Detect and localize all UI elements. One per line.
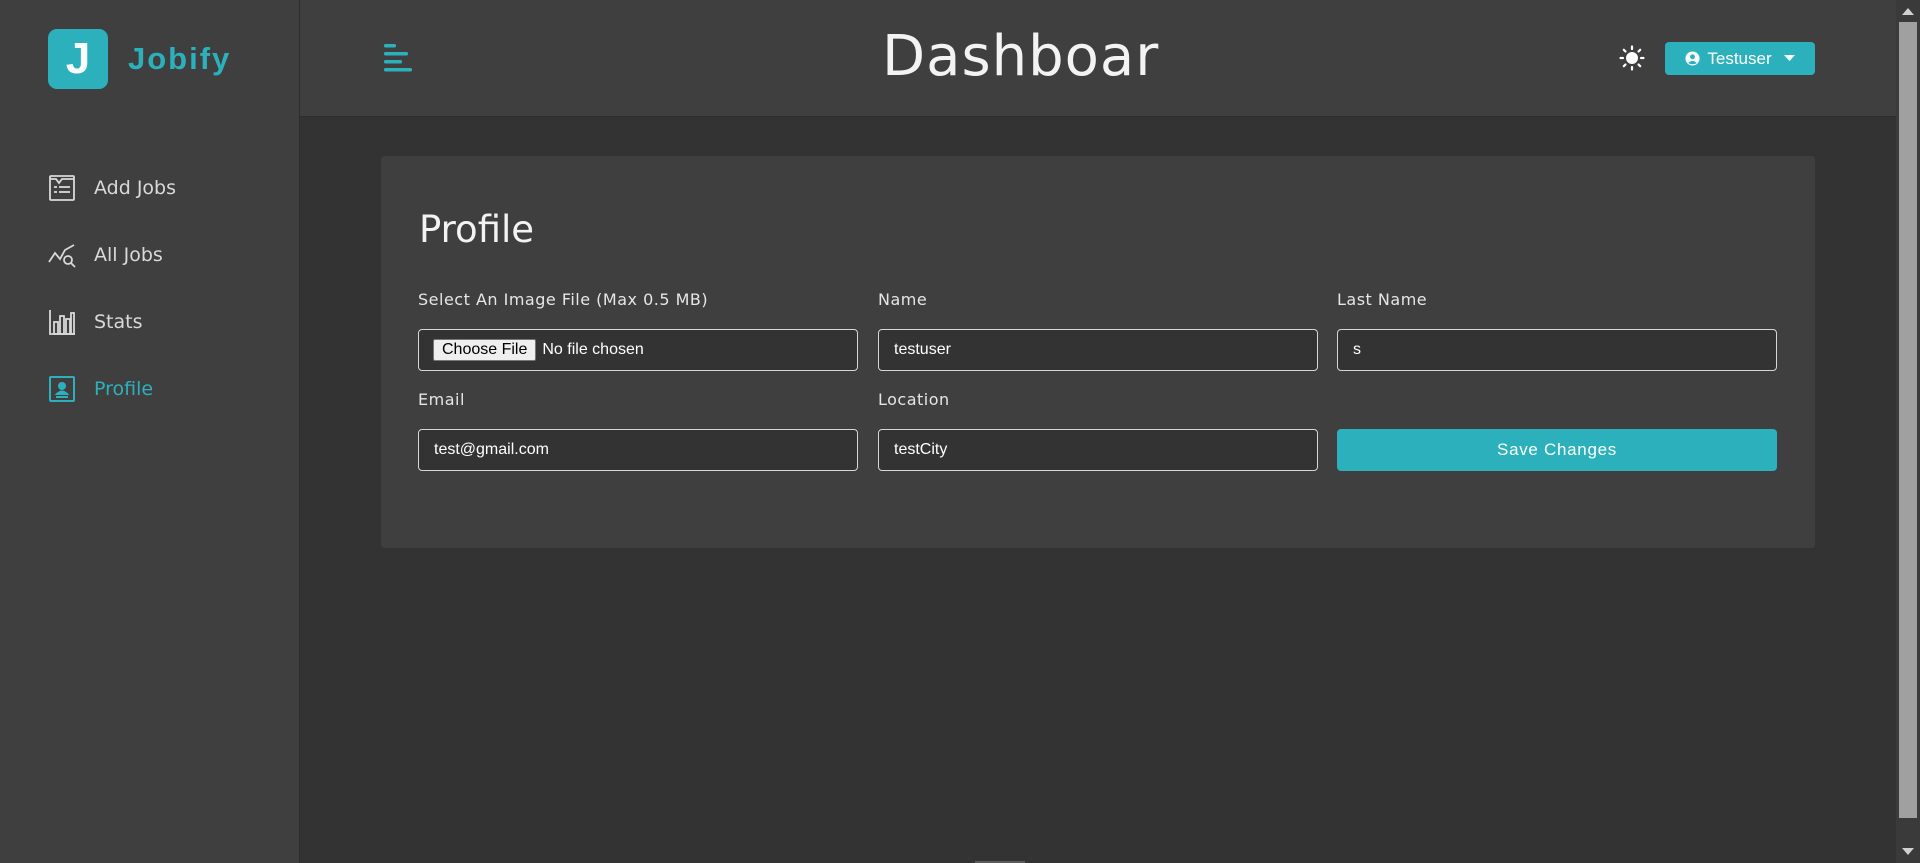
sidebar-item-add-jobs[interactable]: Add Jobs [48,168,176,208]
app-root: J Jobify Add Jobs All Jobs Stats Profile… [0,0,1920,863]
caret-down-icon [1783,55,1795,62]
logo[interactable]: J Jobify [48,29,231,89]
logo-text: Jobify [128,41,232,76]
save-changes-button[interactable]: Save Changes [1337,429,1777,471]
email-field[interactable]: test@gmail.com [418,429,858,471]
sidebar-nav: Add Jobs All Jobs Stats Profile [48,168,176,436]
email-label: Email [418,390,465,409]
scroll-down-arrow-icon[interactable] [1902,848,1914,855]
sidebar-item-label: Profile [94,378,154,400]
profile-title: Profile [419,208,535,251]
theme-toggle-button[interactable] [1617,43,1647,73]
last-name-label: Last Name [1337,290,1428,309]
profile-card: Profile Select An Image File (Max 0.5 MB… [381,156,1815,548]
user-circle-icon [1685,51,1700,66]
scroll-thumb[interactable] [1899,22,1917,818]
sidebar-item-label: Add Jobs [94,177,177,199]
image-file-input[interactable]: Choose File No file chosen [418,329,858,371]
logo-mark: J [48,29,108,89]
image-file-label: Select An Image File (Max 0.5 MB) [418,290,709,309]
add-jobs-icon [48,174,76,202]
scrollbar[interactable] [1896,0,1920,863]
location-field[interactable]: testCity [878,429,1318,471]
all-jobs-icon [48,241,76,269]
sidebar-item-label: All Jobs [94,244,163,266]
name-field[interactable]: testuser [878,329,1318,371]
choose-file-button[interactable]: Choose File [433,339,537,361]
user-menu-button[interactable]: Testuser [1665,42,1815,75]
sun-icon [1619,45,1645,71]
profile-icon [48,375,76,403]
sidebar-item-label: Stats [94,311,143,333]
sidebar-item-stats[interactable]: Stats [48,302,176,342]
file-status-text: No file chosen [542,341,644,358]
sidebar: J Jobify Add Jobs All Jobs Stats Profile [0,0,300,863]
menu-icon [384,44,412,72]
sidebar-item-all-jobs[interactable]: All Jobs [48,235,176,275]
scroll-up-arrow-icon[interactable] [1902,8,1914,15]
sidebar-item-profile[interactable]: Profile [48,369,176,409]
page-title: Dashboar [882,24,1160,89]
sidebar-toggle-button[interactable] [382,42,414,76]
top-bar: Dashboar Testuser [300,0,1896,117]
last-name-field[interactable]: s [1337,329,1777,371]
location-label: Location [878,390,950,409]
user-menu-label: Testuser [1707,48,1772,68]
stats-icon [48,308,76,336]
name-label: Name [878,290,928,309]
